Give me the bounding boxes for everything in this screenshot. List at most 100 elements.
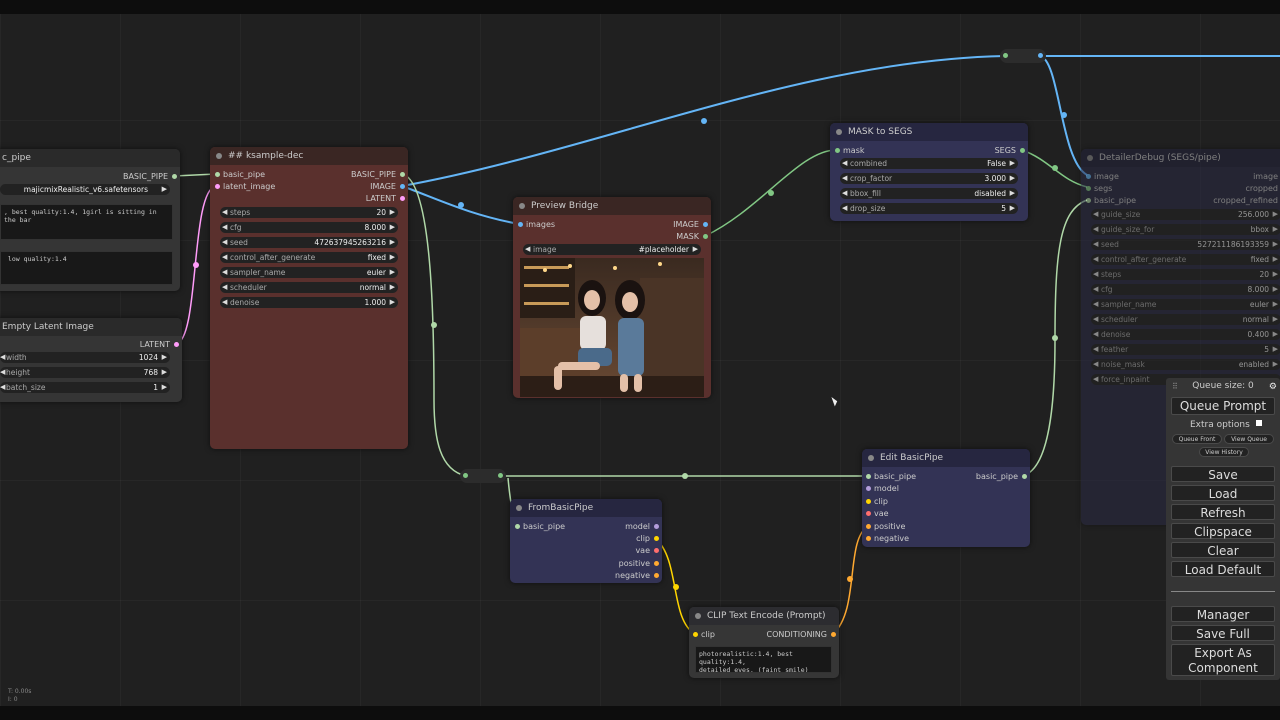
node-graph-canvas[interactable]: c_pipe BASIC_PIPE majicmixRealistic_v6.s…	[0, 0, 1280, 720]
input-clip: clip	[874, 497, 888, 506]
steps-widget[interactable]: ◀ steps 20 ▶	[220, 207, 398, 218]
scheduler-widget[interactable]: ◀ scheduler normal ▶	[220, 282, 398, 293]
width-widget[interactable]: ◀ width 1024 ▶	[0, 352, 170, 363]
save-button[interactable]: Save	[1171, 466, 1275, 482]
input-basic-pipe: basic_pipe	[1094, 196, 1137, 205]
guide-size-for-widget[interactable]: ◀ guide_size_for bbox ▶	[1091, 224, 1280, 235]
node-title: DetailerDebug (SEGS/pipe)	[1099, 153, 1221, 163]
output-basic-pipe: BASIC_PIPE	[122, 172, 168, 181]
output-model: model	[625, 522, 650, 531]
steps-widget[interactable]: ◀ steps 20 ▶	[1091, 269, 1280, 280]
output-cropped: cropped	[1245, 184, 1278, 193]
input-images: images	[526, 220, 556, 229]
node-edit-basic-pipe[interactable]: Edit BasicPipe basic_pipe model clip vae…	[862, 449, 1030, 547]
output-positive: positive	[618, 559, 650, 568]
node-title: ## ksample-dec	[228, 151, 304, 161]
input-basic-pipe: basic_pipe	[223, 170, 266, 179]
reroute-image[interactable]	[1000, 49, 1046, 63]
cfg-widget[interactable]: ◀ cfg 8.000 ▶	[1091, 284, 1280, 295]
output-mask: MASK	[676, 232, 699, 241]
node-from-basic-pipe[interactable]: FromBasicPipe basic_pipe model clip vae …	[510, 499, 662, 583]
node-title: Empty Latent Image	[2, 322, 94, 332]
refresh-button[interactable]: Refresh	[1171, 504, 1275, 520]
feather-widget[interactable]: ◀ feather 5 ▶	[1091, 344, 1280, 355]
sampler-name-widget[interactable]: ◀ sampler_name euler ▶	[220, 267, 398, 278]
input-basic-pipe: basic_pipe	[523, 522, 566, 531]
control-after-generate-widget[interactable]: ◀ control_after_generate fixed ▶	[220, 252, 398, 263]
bbox-fill-widget[interactable]: ◀ bbox_fill disabled ▶	[840, 188, 1018, 199]
node-mask-to-segs[interactable]: MASK to SEGS mask SEGS ◀ combined False ▶ ◀…	[830, 123, 1028, 221]
output-latent: LATENT	[365, 194, 396, 203]
manager-button[interactable]: Manager	[1171, 606, 1275, 622]
queue-front-button[interactable]: Queue Front	[1172, 434, 1222, 444]
input-model: model	[874, 484, 899, 493]
noise-mask-widget[interactable]: ◀ noise_mask enabled ▶	[1091, 359, 1280, 370]
input-image: image	[1094, 172, 1119, 181]
input-basic-pipe: basic_pipe	[874, 472, 917, 481]
load-default-button[interactable]: Load Default	[1171, 561, 1275, 577]
input-negative: negative	[874, 534, 909, 543]
menu-divider	[1171, 591, 1275, 592]
control-after-generate-widget[interactable]: ◀ control_after_generate fixed ▶	[1091, 254, 1280, 265]
output-basic-pipe: basic_pipe	[975, 472, 1018, 481]
node-ksampler[interactable]: ## ksample-dec basic_pipe latent_image B…	[210, 147, 408, 449]
denoise-widget[interactable]: ◀ denoise 0.400 ▶	[1091, 329, 1280, 340]
input-segs: segs	[1094, 184, 1113, 193]
denoise-widget[interactable]: ◀ denoise 1.000 ▶	[220, 297, 398, 308]
node-title: FromBasicPipe	[528, 503, 594, 513]
output-cropped-refined: cropped_refined	[1213, 196, 1278, 205]
save-full-button[interactable]: Save Full	[1171, 625, 1275, 641]
image-widget[interactable]: ◀ image #placeholder ▶	[523, 244, 701, 255]
positive-prompt-textbox[interactable]: , best quality:1.4, 1girl is sitting in …	[0, 204, 173, 240]
view-history-button[interactable]: View History	[1199, 447, 1249, 457]
node-title: CLIP Text Encode (Prompt)	[707, 611, 826, 621]
status-iterations: I: 0	[8, 696, 18, 703]
extra-options-label: Extra options	[1190, 420, 1250, 430]
input-latent-image: latent_image	[223, 182, 276, 191]
reroute-pipe[interactable]	[460, 469, 506, 483]
seed-widget[interactable]: ◀ seed 472637945263216 ▶	[220, 237, 398, 248]
input-mask: mask	[843, 146, 865, 155]
output-basic-pipe: BASIC_PIPE	[350, 170, 396, 179]
load-button[interactable]: Load	[1171, 485, 1275, 501]
view-queue-button[interactable]: View Queue	[1224, 434, 1274, 444]
node-title: c_pipe	[2, 153, 31, 163]
output-image: IMAGE	[673, 220, 699, 229]
node-clip-text-encode[interactable]: CLIP Text Encode (Prompt) clip CONDITION…	[689, 607, 839, 678]
node-basic-pipe-loader[interactable]: c_pipe BASIC_PIPE majicmixRealistic_v6.s…	[0, 149, 180, 291]
output-segs: SEGS	[994, 146, 1016, 155]
crop-factor-widget[interactable]: ◀ crop_factor 3.000 ▶	[840, 173, 1018, 184]
input-positive: positive	[874, 522, 906, 531]
batch-size-widget[interactable]: ◀ batch_size 1 ▶	[0, 382, 170, 393]
export-as-component-button[interactable]: Export As Component	[1171, 644, 1275, 676]
prompt-textbox[interactable]: photorealistic:1.4, best quality:1.4, de…	[695, 646, 832, 673]
extra-options-checkbox[interactable]	[1255, 420, 1262, 426]
guide-size-widget[interactable]: ◀ guide_size 256.000 ▶	[1091, 209, 1280, 220]
combined-widget[interactable]: ◀ combined False ▶	[840, 158, 1018, 169]
preview-image	[520, 258, 704, 397]
node-title: Edit BasicPipe	[880, 453, 944, 463]
output-image: IMAGE	[370, 182, 396, 191]
height-widget[interactable]: ◀ height 768 ▶	[0, 367, 170, 378]
output-image: image	[1253, 172, 1278, 181]
arrow-right-icon: ▶	[161, 185, 167, 193]
clipspace-button[interactable]: Clipspace	[1171, 523, 1275, 539]
status-time: T: 0.00s	[8, 688, 32, 695]
gear-icon[interactable]: ⚙	[1269, 382, 1277, 392]
queue-size: Queue size: 0	[1192, 381, 1254, 391]
negative-prompt-textbox[interactable]: low quality:1.4	[0, 251, 173, 285]
clear-button[interactable]: Clear	[1171, 542, 1275, 558]
bottom-bar	[0, 706, 1280, 720]
sampler-name-widget[interactable]: ◀ sampler_name euler ▶	[1091, 299, 1280, 310]
scheduler-widget[interactable]: ◀ scheduler normal ▶	[1091, 314, 1280, 325]
status-readout: T: 0.00s I: 0	[8, 688, 31, 704]
ckpt-widget[interactable]: majicmixRealistic_v6.safetensors ▶	[0, 184, 170, 195]
cfg-widget[interactable]: ◀ cfg 8.000 ▶	[220, 222, 398, 233]
drop-size-widget[interactable]: ◀ drop_size 5 ▶	[840, 203, 1018, 214]
seed-widget[interactable]: ◀ seed 527211186193359 ▶	[1091, 239, 1280, 250]
output-clip: clip	[636, 534, 650, 543]
output-vae: vae	[635, 546, 650, 555]
output-latent: LATENT	[139, 340, 170, 349]
queue-prompt-button[interactable]: Queue Prompt	[1171, 397, 1275, 415]
node-empty-latent-image[interactable]: Empty Latent Image LATENT ◀ width 1024 ▶ ◀ h…	[0, 318, 182, 402]
